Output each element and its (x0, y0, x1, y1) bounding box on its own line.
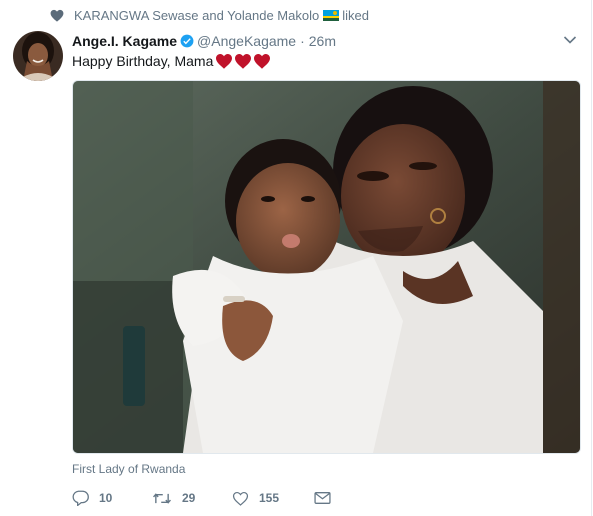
red-heart-icon (216, 54, 233, 69)
display-name[interactable]: Ange.I. Kagame (72, 33, 177, 49)
tweet-body: Happy Birthday, Mama (72, 53, 214, 69)
reply-icon (72, 490, 89, 506)
like-count: 155 (259, 491, 280, 505)
timestamp[interactable]: 26m (309, 33, 336, 49)
red-heart-icon (254, 54, 271, 69)
envelope-icon (314, 492, 331, 504)
context-names: KARANGWA Sewase and Yolande Makolo (74, 7, 320, 23)
reply-count: 10 (99, 491, 113, 505)
emoji-hearts (215, 53, 271, 69)
tweet-header: Ange.I. Kagame @AngeKagame · 26m (72, 31, 336, 51)
like-icon (232, 491, 249, 506)
handle[interactable]: @AngeKagame (197, 33, 296, 49)
separator: · (300, 33, 305, 49)
social-context: KARANGWA Sewase and Yolande Makolo liked (50, 6, 369, 24)
direct-message-button[interactable] (314, 491, 341, 505)
retweet-count: 29 (182, 491, 196, 505)
chevron-down-icon[interactable] (563, 35, 577, 45)
like-button[interactable]: 155 (232, 491, 314, 506)
retweet-button[interactable]: 29 (152, 491, 232, 506)
tweet-actions: 10 29 155 (72, 490, 341, 506)
rwanda-flag-icon (323, 9, 340, 21)
red-heart-icon (235, 54, 252, 69)
heart-icon (50, 9, 64, 22)
location-label[interactable]: First Lady of Rwanda (72, 462, 185, 476)
tweet-photo[interactable] (72, 80, 581, 454)
verified-badge-icon (180, 34, 194, 48)
context-action: liked (342, 7, 369, 23)
retweet-icon (153, 492, 171, 504)
tweet-text: Happy Birthday, Mama (72, 51, 271, 71)
tweet-card[interactable]: KARANGWA Sewase and Yolande Makolo liked… (0, 0, 592, 516)
reply-button[interactable]: 10 (72, 490, 152, 506)
avatar[interactable] (13, 31, 63, 81)
